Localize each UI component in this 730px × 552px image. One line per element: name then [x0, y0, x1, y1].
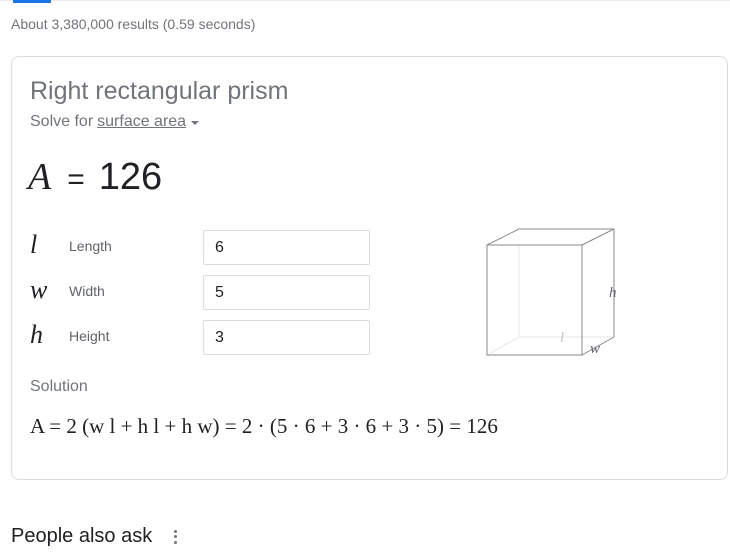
people-also-ask-title: People also ask: [11, 525, 153, 547]
length-label: Length: [69, 238, 112, 254]
variable-row-length: l Length: [30, 230, 390, 266]
prism-w-label: w: [590, 341, 600, 357]
result-variable: A: [28, 156, 52, 198]
width-label: Width: [69, 283, 105, 299]
variable-row-height: h Height: [30, 320, 390, 356]
active-tab-indicator: [13, 0, 51, 3]
more-vert-icon[interactable]: [174, 529, 178, 544]
prism-diagram: h l w: [486, 228, 617, 357]
solve-for-dropdown[interactable]: surface area: [97, 113, 186, 131]
length-symbol: l: [30, 230, 38, 259]
result-value: 126: [98, 156, 163, 198]
height-label: Height: [69, 328, 110, 344]
result-equals: =: [67, 163, 85, 196]
solution-label: Solution: [30, 378, 88, 395]
height-input[interactable]: [203, 320, 370, 355]
calculator-title: Right rectangular prism: [30, 77, 289, 105]
solve-for-prefix: Solve for: [30, 113, 94, 130]
width-symbol: w: [30, 275, 48, 304]
height-symbol: h: [30, 320, 43, 349]
prism-front-face: [486, 244, 583, 356]
calculator-card: Right rectangular prism Solve for surfac…: [11, 56, 728, 480]
people-also-ask-header: People also ask: [11, 525, 178, 548]
top-divider: [0, 0, 730, 1]
prism-top-face: [486, 228, 615, 246]
width-input[interactable]: [203, 275, 370, 310]
prism-hidden-edge-depth: [486, 336, 520, 356]
length-input[interactable]: [203, 230, 370, 265]
caret-down-icon[interactable]: [191, 121, 200, 125]
result-stats: About 3,380,000 results (0.59 seconds): [11, 16, 256, 32]
solution-formula: A = 2 (w l + h l + h w) = 2 · (5 · 6 + 3…: [30, 414, 498, 438]
prism-h-label: h: [609, 285, 617, 301]
prism-l-label: l: [560, 330, 564, 346]
result-equation: A = 126: [28, 155, 162, 199]
solve-for: Solve for surface area: [30, 113, 200, 131]
variable-row-width: w Width: [30, 275, 390, 311]
